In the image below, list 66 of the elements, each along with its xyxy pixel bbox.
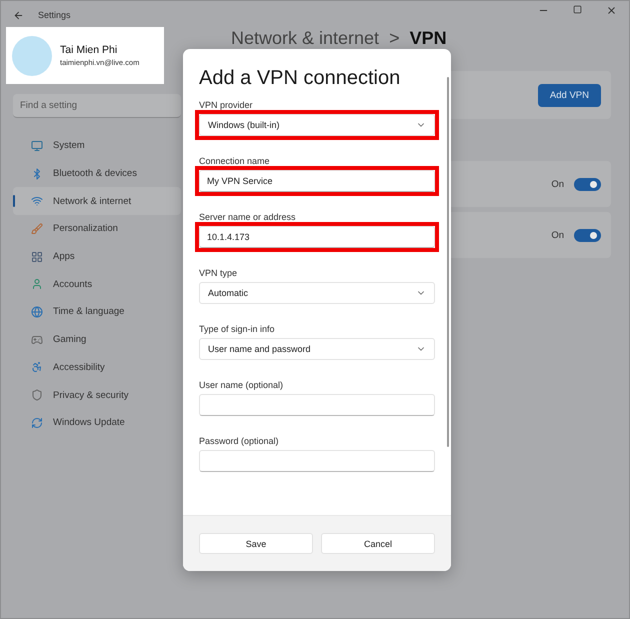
field-label: Type of sign-in info [199,324,276,334]
dropdown[interactable]: Windows (built-in) [199,114,435,136]
shield-icon [31,389,43,402]
sidebar-item-label: Apps [53,251,75,262]
input-field[interactable]: My VPN Service [199,170,435,192]
brush-icon [31,222,43,235]
sidebar-item[interactable]: Privacy & security [13,381,181,409]
field-label: VPN type [199,268,238,278]
dropdown[interactable]: User name and password [199,338,435,360]
input-field[interactable]: 10.1.4.173 [199,226,435,248]
sidebar-item-label: Time & language [53,306,124,318]
toggle-label: On [551,230,564,240]
input-field[interactable] [199,450,435,472]
save-button[interactable]: Save [199,533,313,554]
sidebar-item-label: Accounts [53,278,92,290]
field-label: VPN provider [199,100,254,110]
add-vpn-button[interactable]: Add VPN [538,84,601,106]
avatar [12,36,52,76]
scrollbar[interactable] [447,77,449,447]
sidebar-item[interactable]: Gaming [13,326,181,354]
sidebar-item[interactable]: Network & internet [13,187,181,216]
sidebar-item-label: Windows Update [53,417,125,428]
sidebar-item-label: Bluetooth & devices [53,168,137,180]
back-icon[interactable] [13,10,24,20]
globe-icon [31,306,43,318]
sidebar-item-label: Network & internet [53,196,132,207]
gamepad-icon [31,334,43,346]
bluetooth-icon [31,168,43,180]
field-label: Server name or address [199,212,297,222]
breadcrumb-separator: > [389,27,400,49]
sidebar-item[interactable]: Time & language [13,298,181,326]
sidebar-item-label: Privacy & security [53,390,128,401]
cancel-button[interactable]: Cancel [321,533,435,554]
monitor-icon [31,140,43,152]
sidebar-item[interactable]: Accounts [13,270,181,298]
window-title: Settings [38,10,71,20]
dropdown[interactable]: Automatic [199,282,435,304]
sidebar-item[interactable]: Accessibility [13,354,181,382]
sidebar-item[interactable]: Apps [13,242,181,270]
sidebar-item-label: Accessibility [53,362,105,373]
field-label: User name (optional) [199,380,284,390]
sidebar-item-label: Personalization [53,223,118,234]
field-label: Connection name [199,156,271,166]
sidebar-item[interactable]: Windows Update [13,408,181,437]
accessibility-icon [31,361,43,374]
toggle-label: On [551,178,564,190]
grid-icon [31,250,43,263]
toggle-switch[interactable] [574,178,601,190]
maximize-icon[interactable] [573,5,582,14]
toggle-switch[interactable] [574,228,601,242]
selection-indicator [13,195,15,208]
search-field[interactable]: Find a setting [13,94,181,118]
refresh-icon [31,416,43,429]
sidebar-item-label: System [53,140,85,152]
page-title: VPN [410,27,447,49]
person-icon [31,278,43,290]
input-field[interactable] [199,394,435,416]
sidebar-item-label: Gaming [53,334,86,346]
sidebar-item[interactable]: System [13,132,181,160]
sidebar-item[interactable]: Personalization [13,215,181,243]
sidebar-item[interactable]: Bluetooth & devices [13,160,181,188]
profile-name: Tai Mien Phi [60,44,118,56]
close-icon[interactable] [606,5,617,16]
breadcrumb-parent[interactable]: Network & internet [231,27,380,49]
dialog-title: Add a VPN connection [199,67,402,90]
field-label: Password (optional) [199,436,280,446]
